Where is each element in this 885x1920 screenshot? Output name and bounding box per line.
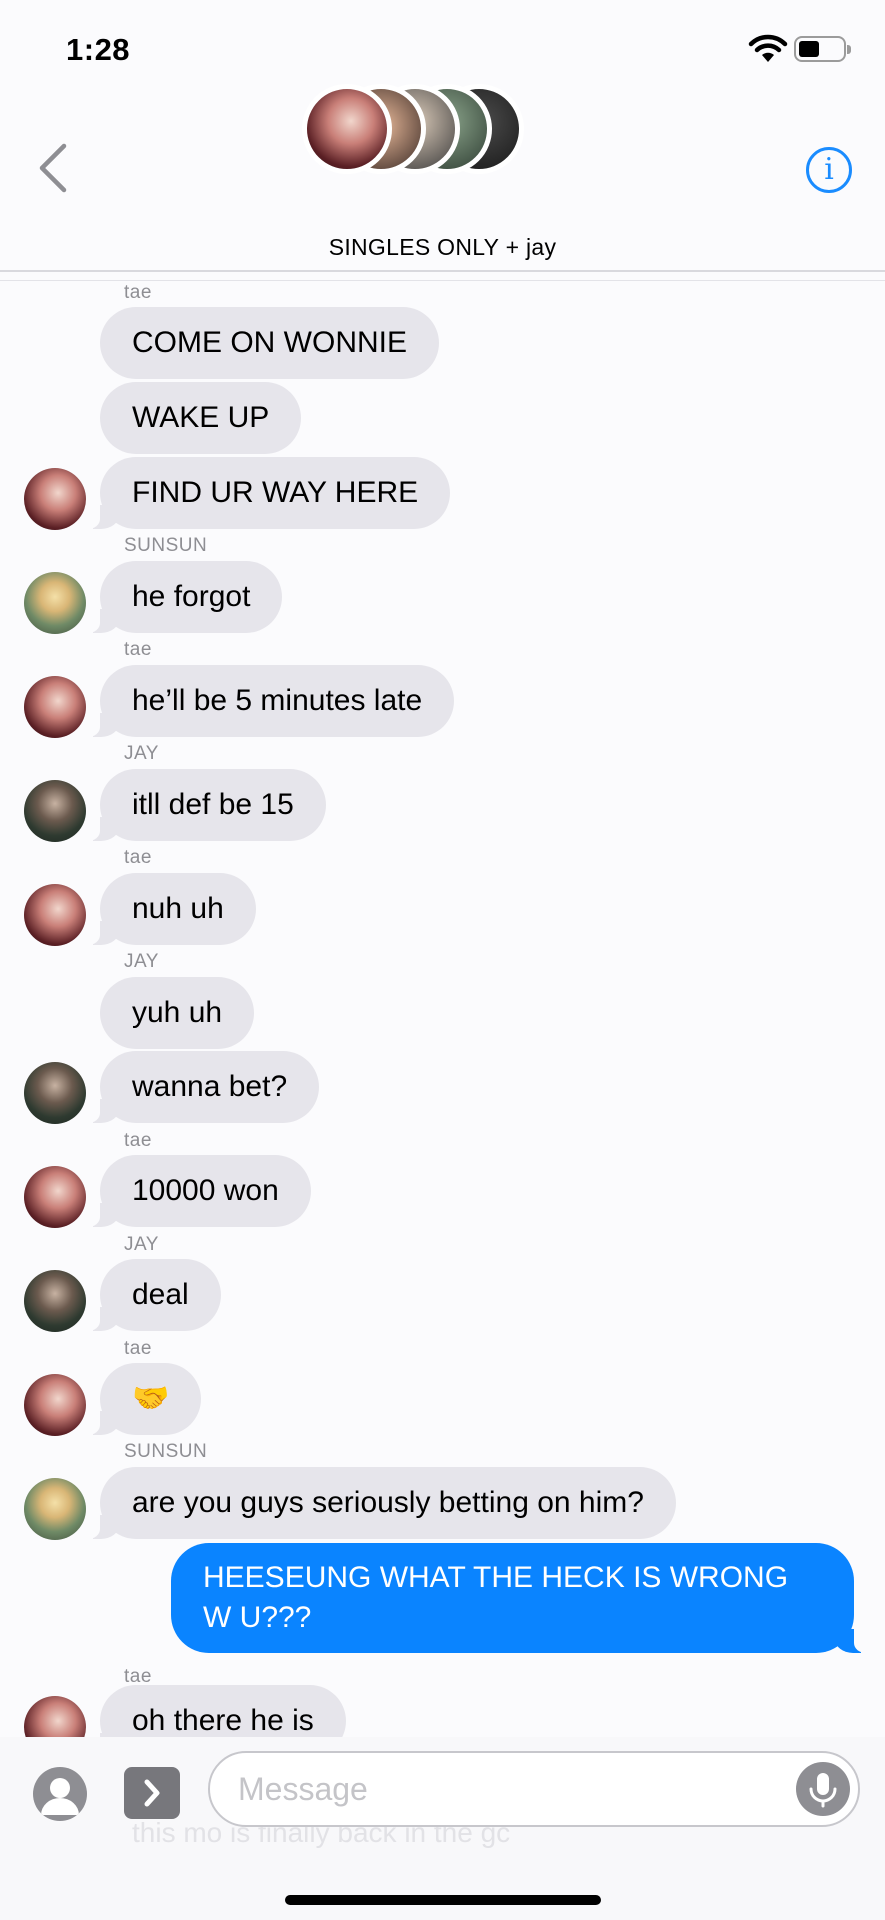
message-bubble[interactable]: nuh uh <box>74 873 256 945</box>
avatar[interactable] <box>24 1062 86 1124</box>
message-bubble[interactable]: 🤝 <box>73 1363 202 1435</box>
message-bubble[interactable]: FIND UR WAY HERE <box>73 457 451 529</box>
sender-name: JAY <box>124 951 159 972</box>
sent-message-bubble[interactable]: HEESEUNG WHAT THE HECK IS WRONG W U??? <box>171 1543 880 1653</box>
conversation-header: i SINGLES ONLY + jay <box>0 0 885 272</box>
message-bubble[interactable]: yuh uh <box>100 977 255 1049</box>
message-bubble[interactable]: 10000 won <box>74 1155 311 1227</box>
avatar[interactable] <box>24 884 86 946</box>
avatar[interactable] <box>24 1478 86 1540</box>
info-icon[interactable]: i <box>806 147 852 193</box>
message-bubble[interactable]: deal <box>74 1259 221 1331</box>
message-thread[interactable]: tae COME ON WONNIE WAKE UP FIND UR WAY H… <box>0 282 885 1737</box>
message-bubble[interactable]: he forgot <box>73 561 283 633</box>
message-bubble[interactable]: WAKE UP <box>100 382 302 454</box>
sender-name: SUNSUN <box>124 535 208 556</box>
message-bubble[interactable]: COME ON WONNIE <box>100 307 439 379</box>
avatar[interactable] <box>24 1696 86 1737</box>
sender-name: JAY <box>124 743 159 764</box>
microphone-icon[interactable] <box>796 1762 850 1816</box>
avatar[interactable] <box>24 780 86 842</box>
sender-name: tae <box>124 1130 152 1151</box>
message-bubble[interactable]: itll def be 15 <box>74 769 326 841</box>
avatar[interactable] <box>24 572 86 634</box>
contact-icon[interactable] <box>33 1767 87 1821</box>
app-store-chevron-icon[interactable] <box>124 1767 180 1819</box>
avatar[interactable] <box>24 1270 86 1332</box>
composer-bar: this mo is finally back in the gc <box>0 1737 885 1920</box>
message-bubble[interactable]: he’ll be 5 minutes late <box>73 665 455 737</box>
sender-name: JAY <box>124 1234 159 1255</box>
sender-name: tae <box>124 1338 152 1359</box>
sender-name: tae <box>124 639 152 660</box>
sender-name: SUNSUN <box>124 1441 208 1462</box>
message-field[interactable] <box>208 1751 860 1827</box>
group-avatars[interactable] <box>302 84 532 174</box>
message-bubble[interactable]: oh there he is <box>74 1685 346 1737</box>
group-name[interactable]: SINGLES ONLY + jay <box>0 234 885 261</box>
avatar[interactable] <box>24 468 86 530</box>
home-indicator[interactable] <box>285 1895 601 1905</box>
sender-name: tae <box>124 282 152 303</box>
back-chevron-icon[interactable] <box>36 142 70 194</box>
message-input[interactable] <box>238 1753 778 1825</box>
avatar[interactable] <box>24 1374 86 1436</box>
sender-name: tae <box>124 847 152 868</box>
message-bubble[interactable]: wanna bet? <box>73 1051 320 1123</box>
avatar[interactable] <box>24 1166 86 1228</box>
avatar[interactable] <box>24 676 86 738</box>
group-avatar-tae <box>302 84 392 174</box>
message-bubble[interactable]: are you guys seriously betting on him? <box>74 1467 676 1539</box>
divider <box>0 280 885 281</box>
